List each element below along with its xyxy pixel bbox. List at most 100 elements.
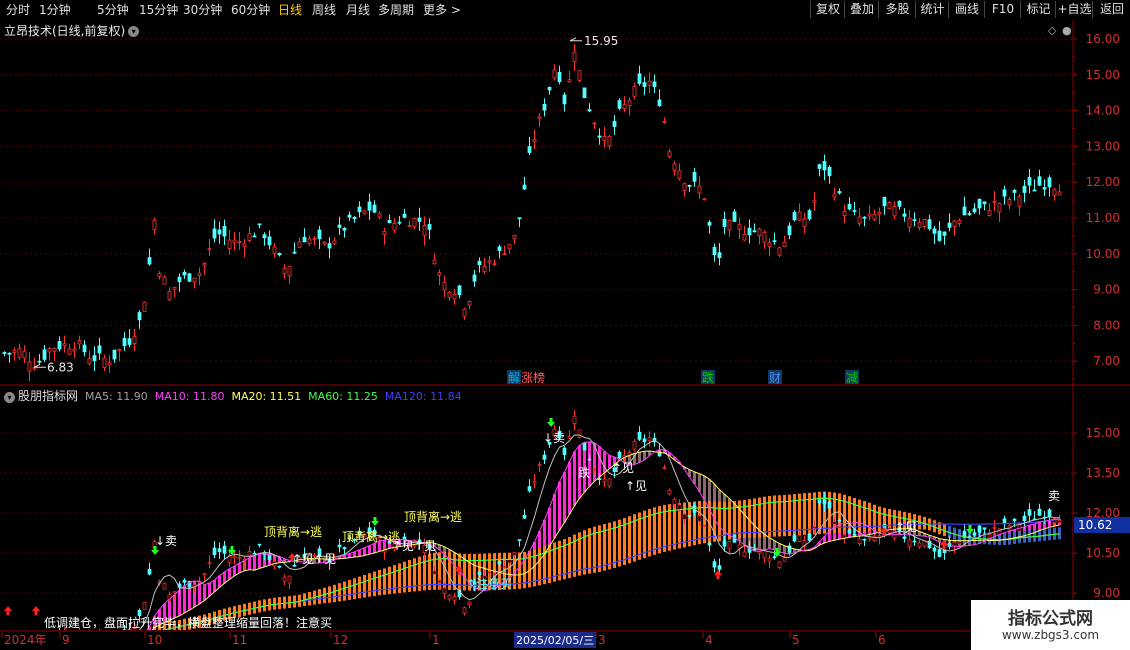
toolbar-period-10[interactable]: 更多 >	[423, 2, 461, 18]
candle-body	[752, 230, 757, 233]
toolbar-action-2[interactable]: 多股	[878, 1, 916, 18]
ribbon-bar	[558, 481, 561, 531]
xaxis-label: 4	[705, 633, 713, 647]
xaxis-label: 2024年	[4, 633, 47, 647]
toolbar-period-5[interactable]: 60分钟	[231, 2, 270, 18]
toolbar-period-6[interactable]: 日线	[278, 2, 302, 18]
ribbon-bar	[598, 446, 601, 478]
lower-candle-body	[782, 557, 787, 562]
toolbar-period-8[interactable]: 月线	[346, 2, 370, 18]
lower-y-tick-label: 15.00	[1086, 426, 1120, 440]
candle-body	[802, 218, 807, 227]
diamond-icon: ◇	[1048, 24, 1057, 37]
candle-body	[122, 338, 127, 347]
candle-body	[487, 260, 492, 263]
lower-candle-body	[772, 556, 777, 559]
toolbar-period-3[interactable]: 15分钟	[139, 2, 178, 18]
candle-body	[42, 349, 47, 360]
candle-body	[62, 343, 67, 347]
lower-candle-body	[1002, 518, 1007, 524]
trend-bar	[368, 573, 371, 597]
candle-body	[707, 221, 712, 226]
candle-body	[497, 246, 502, 252]
candle-body	[927, 219, 932, 230]
toolbar-action-4[interactable]: 画线	[948, 1, 985, 18]
candle-body	[977, 198, 982, 209]
chevron-down-icon[interactable]: ▾	[128, 26, 140, 37]
ribbon-bar	[698, 473, 701, 492]
lower-candle-body	[642, 438, 647, 443]
lower-candle-body	[452, 596, 457, 601]
ribbon-bar	[228, 568, 231, 580]
toolbar-period-4[interactable]: 30分钟	[183, 2, 222, 18]
lower-candle-body	[672, 499, 677, 505]
toolbar-action-1[interactable]: 叠加	[844, 1, 879, 18]
candle-body	[1007, 199, 1012, 206]
ribbon-bar	[373, 543, 376, 553]
candle-body	[747, 227, 752, 236]
ribbon-bar	[608, 455, 611, 469]
candle-body	[87, 358, 92, 365]
toolbar-action-8[interactable]: 返回	[1092, 1, 1130, 18]
candle-body	[997, 203, 1002, 213]
lower-candle-body	[957, 541, 962, 545]
candle-body	[57, 341, 62, 350]
candle-body	[362, 210, 367, 214]
candle-body	[257, 223, 262, 226]
stock-title[interactable]: 立昂技术(日线,前复权) ▾	[4, 22, 140, 39]
candle-body	[537, 116, 542, 120]
lower-candle-body	[932, 547, 937, 552]
toolbar-action-5[interactable]: F10	[984, 1, 1021, 18]
upper-candlestick-chart[interactable]: 16.00 15.00 14.00 13.00 12.00 11.00 10.00 9.00 8…	[0, 20, 1130, 386]
toolbar-period-7[interactable]: 周线	[312, 2, 336, 18]
toolbar-action-0[interactable]: 复权	[810, 1, 845, 18]
candle-body	[452, 293, 457, 300]
ribbon-bar	[703, 476, 706, 501]
toolbar-action-6[interactable]: 标记	[1020, 1, 1056, 18]
lower-candle-body	[1012, 518, 1017, 522]
candle-body	[827, 166, 832, 177]
lower-candle-body	[602, 478, 607, 483]
candle-body	[702, 198, 707, 201]
toolbar-period-9[interactable]: 多周期	[378, 2, 414, 18]
toolbar-period-1[interactable]: 1分钟	[39, 2, 71, 18]
see-signal-label: ↑见	[625, 479, 647, 493]
trend-bar	[323, 587, 326, 604]
lower-candle-body	[832, 521, 837, 525]
toolbar-period-2[interactable]: 5分钟	[97, 2, 129, 18]
ma-legend-2: MA20: 11.51	[231, 390, 302, 403]
lower-candle-body	[172, 591, 177, 594]
candle-body	[337, 224, 342, 228]
candle-body	[217, 229, 222, 235]
lower-candle-body	[742, 551, 747, 557]
lower-y-tick-label: 13.50	[1086, 466, 1120, 480]
toolbar-action-3[interactable]: 统计	[915, 1, 949, 18]
candle-body	[12, 350, 17, 353]
candle-body	[817, 164, 822, 169]
candle-body	[622, 104, 627, 110]
lower-candle-body	[702, 525, 707, 527]
toolbar-period-0[interactable]: 分时	[6, 2, 30, 18]
candle-body	[397, 221, 402, 224]
candle-body	[2, 352, 7, 355]
trend-bar	[343, 581, 346, 601]
lower-candle-body	[907, 539, 912, 547]
lower-candle-body	[222, 545, 227, 554]
candle-body	[307, 238, 312, 244]
chevron-down-icon[interactable]: ▾	[4, 391, 15, 403]
trend-bar	[403, 561, 406, 593]
lower-candle-body	[687, 515, 692, 517]
candle-body	[922, 218, 927, 227]
candle-body	[72, 348, 77, 352]
lower-candle-body	[232, 555, 237, 559]
upper-y-tick-label: 8.00	[1093, 318, 1120, 332]
candle-body	[742, 233, 747, 241]
candle-body	[52, 347, 57, 352]
candle-body	[762, 231, 767, 243]
toolbar-action-7[interactable]: +自选	[1055, 1, 1093, 18]
candle-body	[492, 263, 497, 266]
lower-candle-body	[562, 447, 567, 455]
lower-indicator-chart[interactable]: 15.0013.5012.0010.509.00↓卖↓卖卖顶背离→逃 顶背离→逃顶…	[0, 386, 1130, 630]
candle-body	[672, 163, 677, 171]
candle-body	[717, 252, 722, 259]
